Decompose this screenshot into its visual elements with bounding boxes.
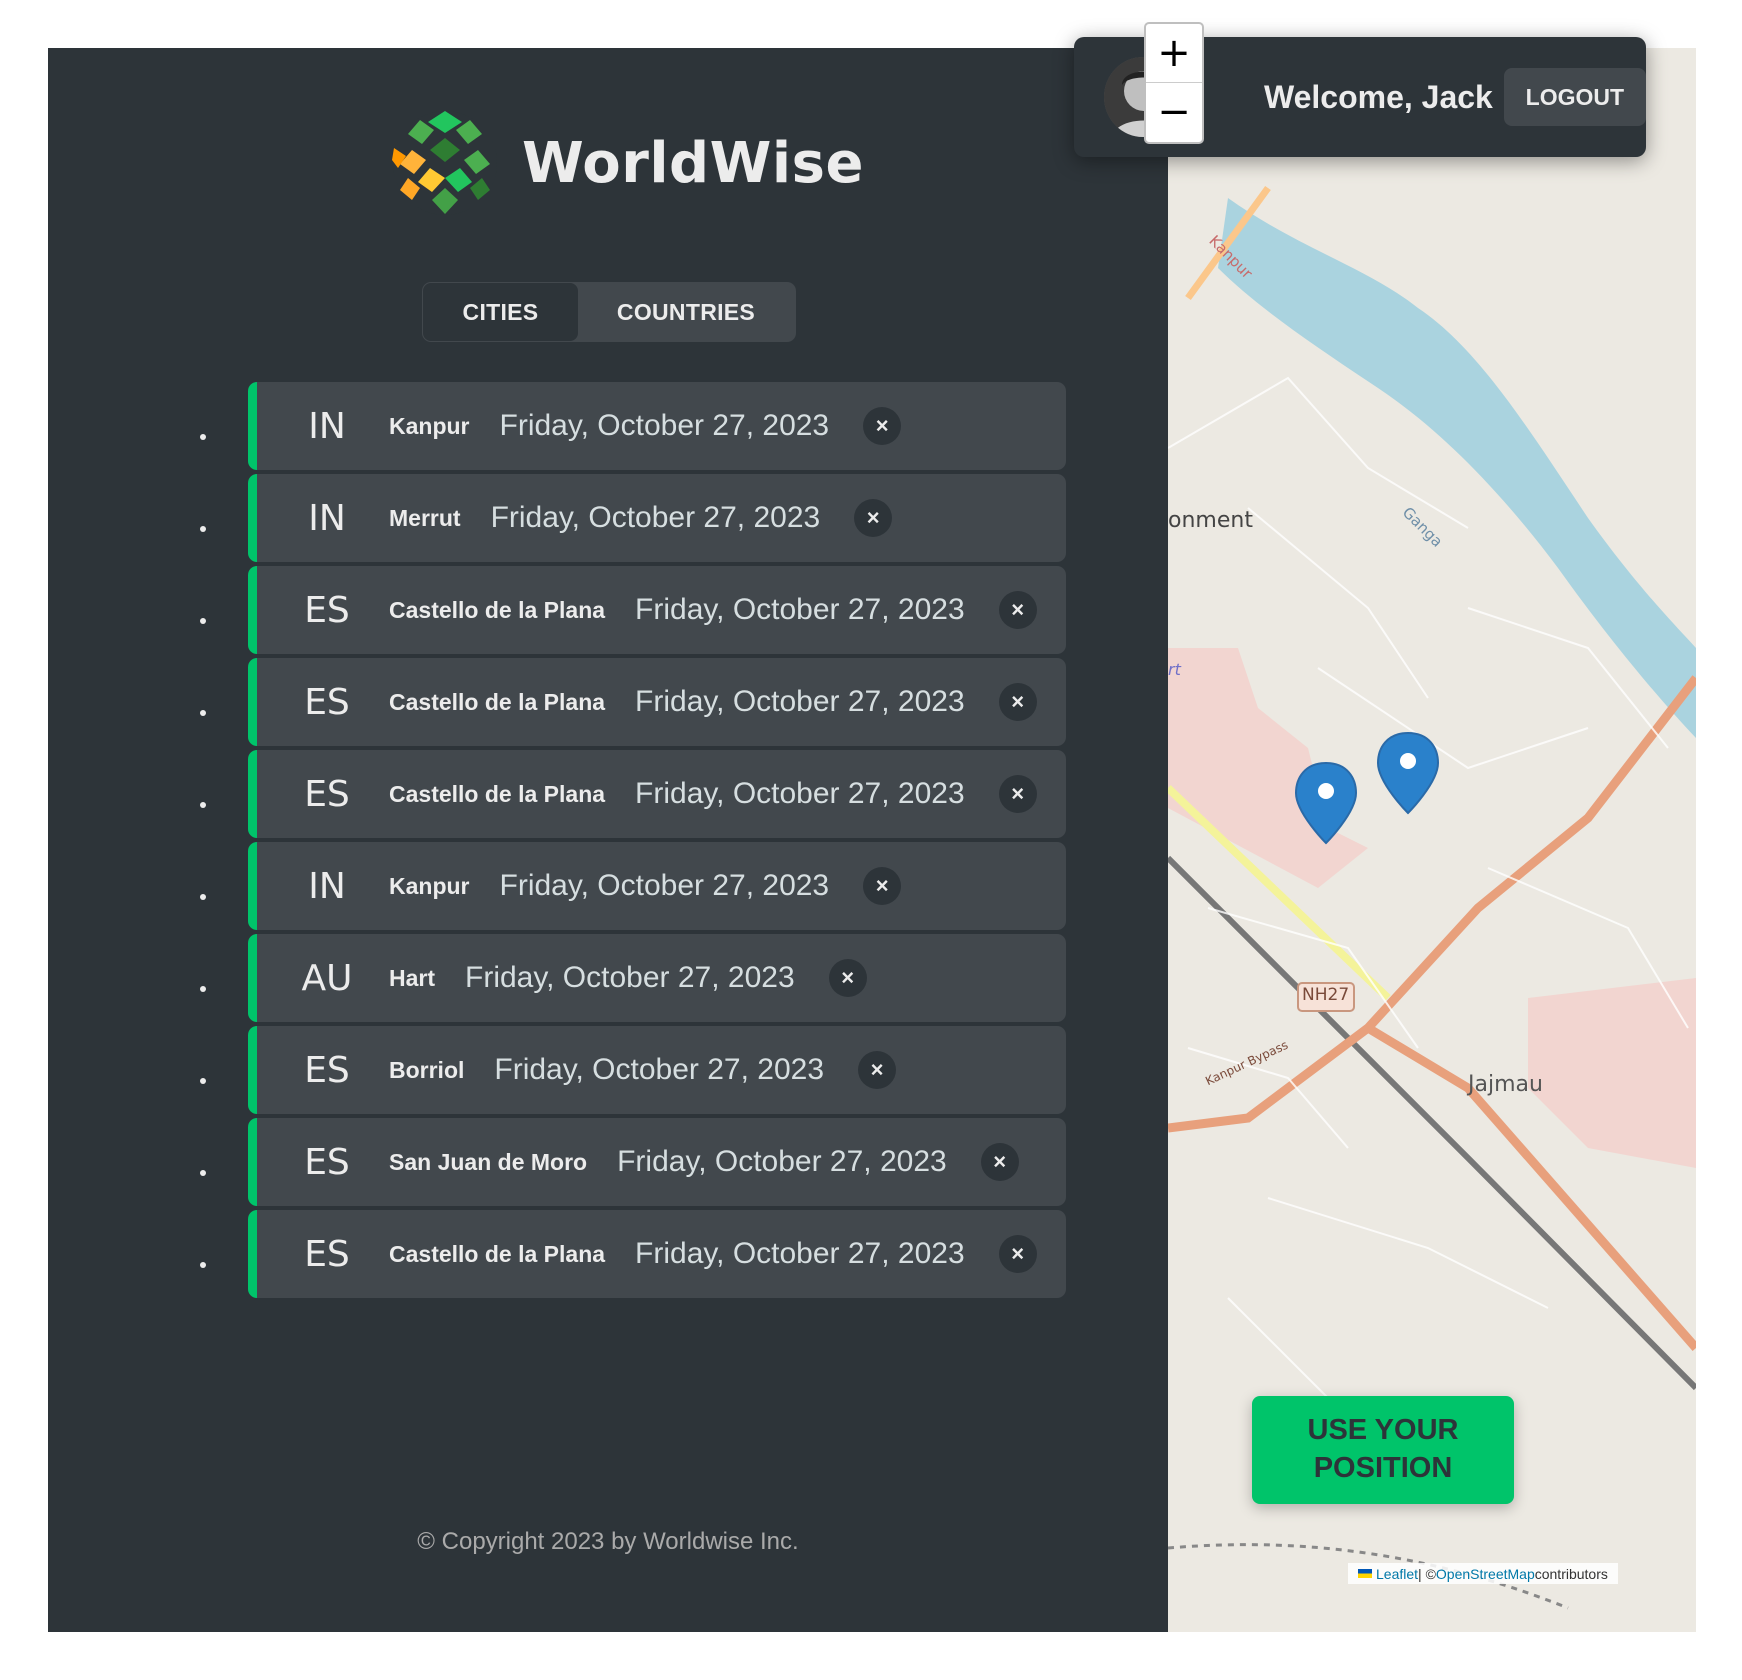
map-label-nh27: NH27 bbox=[1302, 985, 1350, 1005]
city-card[interactable]: ES Castello de la Plana Friday, October 27… bbox=[248, 750, 1066, 838]
delete-city-button[interactable]: × bbox=[858, 1051, 897, 1089]
city-name: Kanpur bbox=[389, 412, 470, 439]
delete-city-button[interactable]: × bbox=[854, 499, 893, 537]
city-card[interactable]: IN Merrut Friday, October 27, 2023 × bbox=[248, 474, 1066, 562]
map-label-jajmau: Jajmau bbox=[1468, 1072, 1543, 1097]
city-date: Friday, October 27, 2023 bbox=[635, 593, 965, 626]
city-date: Friday, October 27, 2023 bbox=[635, 777, 965, 810]
list-bullet bbox=[200, 1078, 206, 1084]
city-date: Friday, October 27, 2023 bbox=[499, 409, 830, 442]
list-bullet bbox=[200, 1262, 206, 1268]
city-item[interactable]: ES Borriol Friday, October 27, 2023 × bbox=[200, 1026, 1066, 1114]
list-bullet bbox=[200, 710, 206, 716]
map-label-rt: rt bbox=[1168, 660, 1181, 679]
delete-city-button[interactable]: × bbox=[998, 683, 1037, 721]
city-card[interactable]: ES Castello de la Plana Friday, October 27… bbox=[248, 658, 1066, 746]
city-date: Friday, October 27, 2023 bbox=[499, 869, 830, 902]
city-item[interactable]: AU Hart Friday, October 27, 2023 × bbox=[200, 934, 1066, 1022]
city-item[interactable]: ES Castello de la Plana Friday, October 27… bbox=[200, 658, 1066, 746]
list-bullet bbox=[200, 802, 206, 808]
sidebar: WorldWise CITIES COUNTRIES IN Kanpur Frida… bbox=[48, 48, 1168, 1632]
map[interactable]: onment Ganga Kanpur NH27 Kanpur Bypass J… bbox=[1168, 48, 1696, 1632]
city-item[interactable]: IN Kanpur Friday, October 27, 2023 × bbox=[200, 842, 1066, 930]
zoom-in-button[interactable]: + bbox=[1146, 24, 1202, 83]
list-bullet bbox=[200, 1170, 206, 1176]
use-position-button[interactable]: USE YOUR POSITION bbox=[1252, 1396, 1514, 1504]
city-name: Castello de la Plana bbox=[389, 1240, 606, 1267]
country-code: IN bbox=[308, 865, 346, 907]
city-card[interactable]: ES Borriol Friday, October 27, 2023 × bbox=[248, 1026, 1066, 1114]
country-code: IN bbox=[308, 497, 346, 539]
city-card[interactable]: ES San Juan de Moro Friday, October 27, 20… bbox=[248, 1118, 1066, 1206]
osm-link[interactable]: OpenStreetMap bbox=[1436, 1566, 1535, 1582]
city-name: San Juan de Moro bbox=[389, 1148, 588, 1175]
city-name: Hart bbox=[389, 964, 436, 991]
tab-nav: CITIES COUNTRIES bbox=[422, 282, 796, 342]
delete-city-button[interactable]: × bbox=[863, 407, 902, 445]
city-date: Friday, October 27, 2023 bbox=[490, 501, 821, 534]
city-item[interactable]: IN Merrut Friday, October 27, 2023 × bbox=[200, 474, 1066, 562]
city-name: Borriol bbox=[389, 1056, 465, 1083]
country-code: ES bbox=[304, 773, 350, 815]
list-bullet bbox=[200, 526, 206, 532]
delete-city-button[interactable]: × bbox=[998, 591, 1037, 629]
delete-city-button[interactable]: × bbox=[863, 867, 902, 905]
city-name: Castello de la Plana bbox=[389, 780, 606, 807]
country-code: ES bbox=[304, 681, 350, 723]
country-code: IN bbox=[308, 405, 346, 447]
city-item[interactable]: IN Kanpur Friday, October 27, 2023 × bbox=[200, 382, 1066, 470]
globe-logo-icon bbox=[392, 111, 497, 215]
logo[interactable]: WorldWise bbox=[390, 108, 864, 218]
city-card[interactable]: AU Hart Friday, October 27, 2023 × bbox=[248, 934, 1066, 1022]
tab-countries[interactable]: COUNTRIES bbox=[578, 283, 794, 341]
app-name: WorldWise bbox=[522, 130, 864, 196]
country-code: ES bbox=[304, 589, 350, 631]
map-tiles[interactable] bbox=[1168, 48, 1696, 1632]
city-name: Castello de la Plana bbox=[389, 688, 606, 715]
city-date: Friday, October 27, 2023 bbox=[494, 1053, 825, 1086]
delete-city-button[interactable]: × bbox=[998, 775, 1037, 813]
city-card[interactable]: IN Kanpur Friday, October 27, 2023 × bbox=[248, 382, 1066, 470]
city-name: Merrut bbox=[389, 504, 461, 531]
tab-cities[interactable]: CITIES bbox=[423, 283, 578, 341]
copyright: © Copyright 2023 by Worldwise Inc. bbox=[417, 1528, 799, 1555]
list-bullet bbox=[200, 894, 206, 900]
country-code: ES bbox=[304, 1049, 350, 1091]
list-bullet bbox=[200, 986, 206, 992]
list-bullet bbox=[200, 618, 206, 624]
welcome-message: Welcome, Jack bbox=[1263, 78, 1493, 115]
attribution-suffix: contributors bbox=[1534, 1565, 1608, 1582]
city-date: Friday, October 27, 2023 bbox=[635, 1237, 965, 1270]
logout-button[interactable]: LOGOUT bbox=[1503, 68, 1646, 126]
city-date: Friday, October 27, 2023 bbox=[635, 685, 965, 718]
zoom-out-button[interactable]: − bbox=[1146, 83, 1202, 141]
country-code: ES bbox=[304, 1233, 350, 1275]
city-card[interactable]: ES Castello de la Plana Friday, October 27… bbox=[248, 1210, 1066, 1298]
city-name: Kanpur bbox=[389, 872, 470, 899]
attribution-separator: | © bbox=[1418, 1565, 1436, 1582]
delete-city-button[interactable]: × bbox=[998, 1235, 1037, 1273]
delete-city-button[interactable]: × bbox=[980, 1143, 1019, 1181]
country-code: AU bbox=[301, 957, 353, 999]
map-attribution: Leaflet | © OpenStreetMap contributors bbox=[1348, 1563, 1618, 1584]
city-name: Castello de la Plana bbox=[389, 596, 606, 623]
ukraine-flag-icon bbox=[1358, 1569, 1372, 1578]
leaflet-link[interactable]: Leaflet bbox=[1376, 1566, 1418, 1582]
city-card[interactable]: IN Kanpur Friday, October 27, 2023 × bbox=[248, 842, 1066, 930]
city-date: Friday, October 27, 2023 bbox=[465, 961, 795, 994]
city-card[interactable]: ES Castello de la Plana Friday, October 27… bbox=[248, 566, 1066, 654]
zoom-control: + − bbox=[1144, 22, 1204, 144]
list-bullet bbox=[200, 434, 206, 440]
city-item[interactable]: ES San Juan de Moro Friday, October 27, 20… bbox=[200, 1118, 1066, 1206]
country-code: ES bbox=[304, 1141, 350, 1183]
city-item[interactable]: ES Castello de la Plana Friday, October 27… bbox=[200, 750, 1066, 838]
city-list: IN Kanpur Friday, October 27, 2023 × IN Merru… bbox=[200, 382, 1066, 1302]
city-item[interactable]: ES Castello de la Plana Friday, October 27… bbox=[200, 1210, 1066, 1298]
city-item[interactable]: ES Castello de la Plana Friday, October 27… bbox=[200, 566, 1066, 654]
map-label-onment: onment bbox=[1168, 508, 1253, 533]
delete-city-button[interactable]: × bbox=[828, 959, 867, 997]
city-date: Friday, October 27, 2023 bbox=[617, 1145, 947, 1178]
app-layout: WorldWise CITIES COUNTRIES IN Kanpur Frida… bbox=[48, 48, 1696, 1632]
